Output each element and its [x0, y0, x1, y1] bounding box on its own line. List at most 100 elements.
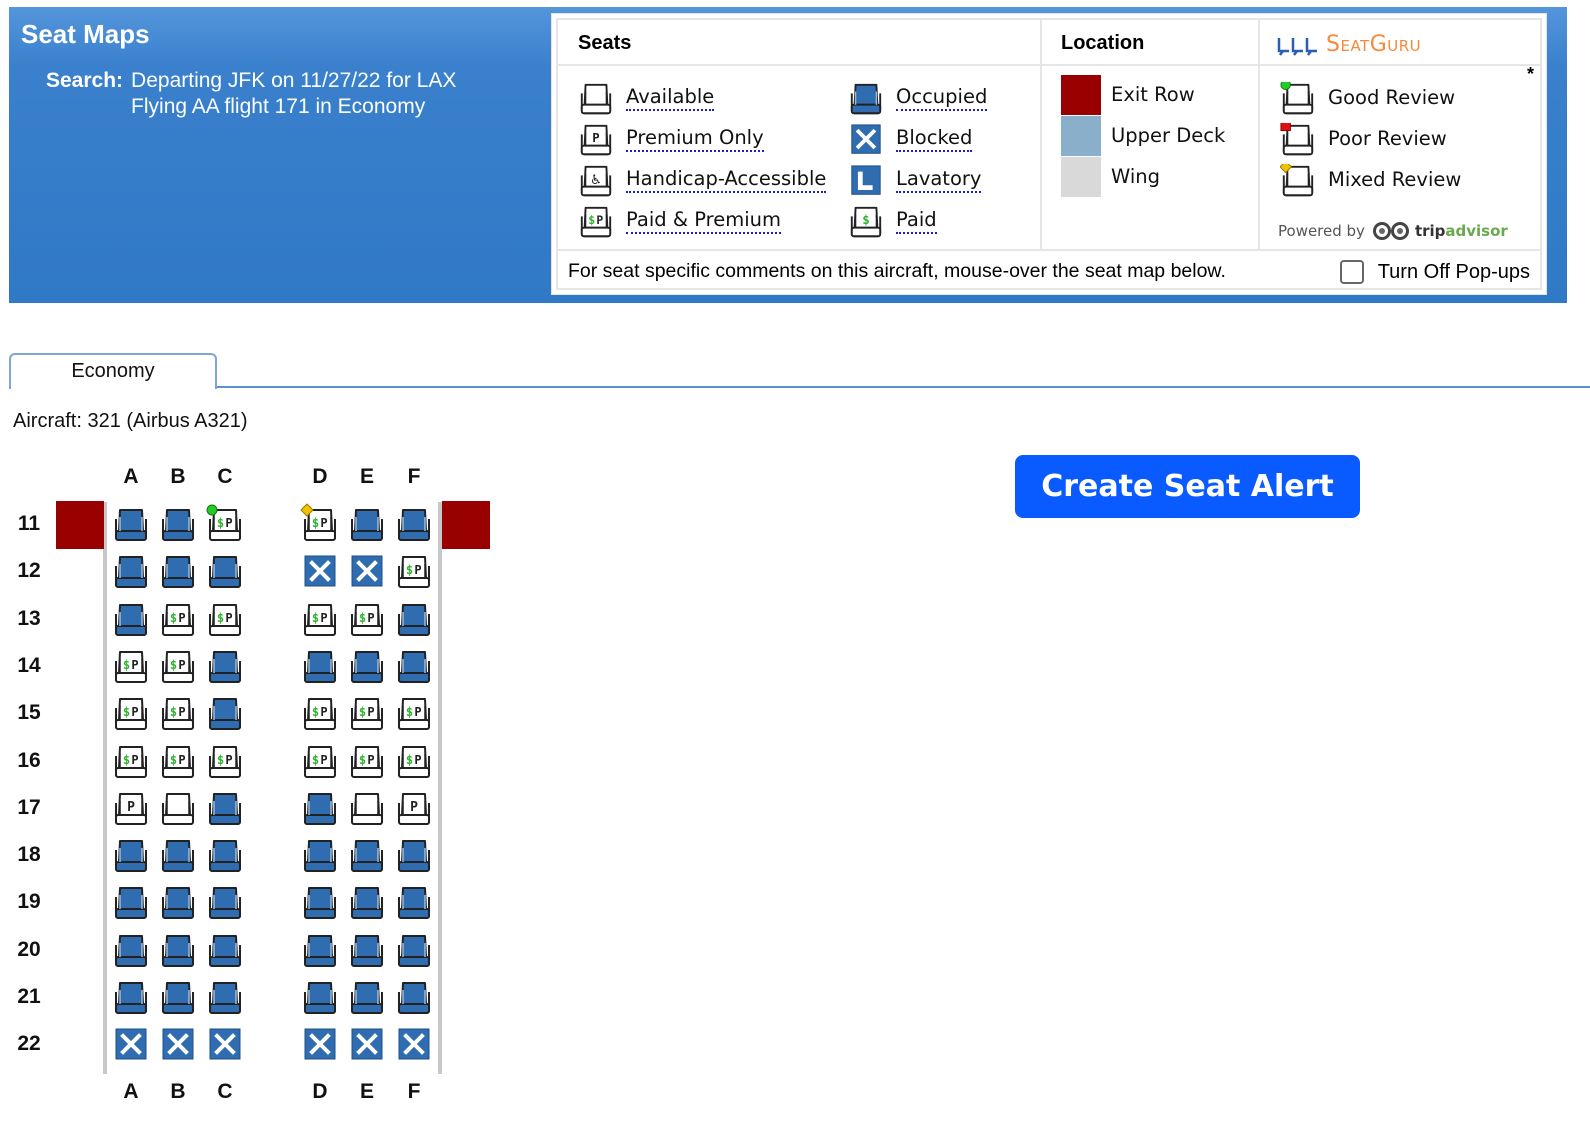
occupied-seat-icon [304, 887, 336, 920]
seat-15f[interactable]: $ P [395, 696, 433, 732]
seat-15b[interactable]: $ P [159, 696, 197, 732]
seat-19f[interactable] [395, 885, 433, 921]
legend-occupied-label[interactable]: Occupied [896, 85, 988, 111]
seat-20a[interactable] [112, 933, 150, 969]
seat-15d[interactable]: $ P [301, 696, 339, 732]
seat-12f[interactable]: $ P [395, 554, 433, 590]
seat-14b[interactable]: $ P [159, 649, 197, 685]
seat-15c[interactable] [206, 696, 244, 732]
seat-13f[interactable] [395, 602, 433, 638]
legend-premium-label[interactable]: Premium Only [626, 126, 764, 152]
legend-lavatory[interactable]: Lavatory [848, 162, 982, 198]
legend-paid-label[interactable]: Paid [896, 208, 937, 234]
legend-paid-premium-label[interactable]: Paid & Premium [626, 208, 782, 234]
svg-text:P: P [367, 611, 374, 625]
legend-handicap[interactable]: ♿ Handicap-Accessible [578, 162, 827, 198]
seat-20e[interactable] [348, 933, 386, 969]
seat-17d[interactable] [301, 791, 339, 827]
seat-11d[interactable]: $ P [300, 503, 339, 543]
seat-16c[interactable]: $ P [206, 744, 244, 780]
seat-20b[interactable] [159, 933, 197, 969]
seat-12a[interactable] [112, 554, 150, 590]
turn-off-popups-checkbox[interactable] [1339, 260, 1364, 284]
legend-premium[interactable]: P Premium Only [578, 121, 764, 157]
seat-16d[interactable]: $ P [301, 744, 339, 780]
seat-11a[interactable] [112, 507, 150, 543]
create-seat-alert-button[interactable]: Create Seat Alert [1015, 455, 1360, 518]
seat-18b[interactable] [159, 838, 197, 874]
poor-review-icon [1280, 120, 1316, 156]
occupied-seat-icon [398, 887, 430, 920]
turn-off-popups-toggle[interactable]: Turn Off Pop-ups [1339, 260, 1530, 284]
seat-19c[interactable] [206, 885, 244, 921]
seat-13a[interactable] [112, 602, 150, 638]
seat-16f[interactable]: $ P [395, 744, 433, 780]
paid-premium-seat-icon: $ P [351, 745, 383, 778]
seat-16b[interactable]: $ P [159, 744, 197, 780]
seat-19a[interactable] [112, 885, 150, 921]
seat-12c[interactable] [206, 554, 244, 590]
seat-19e[interactable] [348, 885, 386, 921]
occupied-seat-icon [162, 934, 194, 967]
seat-17c[interactable] [206, 791, 244, 827]
legend-lavatory-label[interactable]: Lavatory [896, 167, 982, 193]
seat-20c[interactable] [206, 933, 244, 969]
seat-18a[interactable] [112, 838, 150, 874]
seat-13b[interactable]: $ P [159, 602, 197, 638]
seat-21f[interactable] [395, 980, 433, 1016]
seat-14c[interactable] [206, 649, 244, 685]
seat-21a[interactable] [112, 980, 150, 1016]
column-label-a: A [123, 1080, 139, 1103]
seat-14e[interactable] [348, 649, 386, 685]
seat-21b[interactable] [159, 980, 197, 1016]
seat-11b[interactable] [159, 507, 197, 543]
legend-paid-premium[interactable]: $ P Paid & Premium [578, 203, 782, 239]
legend-handicap-label[interactable]: Handicap-Accessible [626, 167, 827, 193]
seat-17e[interactable] [348, 791, 386, 827]
seat-19b[interactable] [159, 885, 197, 921]
seat-21d[interactable] [301, 980, 339, 1016]
seat-17a[interactable]: P [112, 791, 150, 827]
seat-15a[interactable]: $ P [112, 696, 150, 732]
legend-available[interactable]: Available [578, 80, 715, 116]
seat-16e[interactable]: $ P [348, 744, 386, 780]
legend-occupied[interactable]: Occupied [848, 80, 988, 116]
paid-premium-seat-icon: $ P [206, 504, 241, 541]
seat-11e[interactable] [348, 507, 386, 543]
seat-20f[interactable] [395, 933, 433, 969]
seat-17b[interactable] [159, 791, 197, 827]
seat-19d[interactable] [301, 885, 339, 921]
seat-18f[interactable] [395, 838, 433, 874]
seat-18e[interactable] [348, 838, 386, 874]
legend-blocked[interactable]: Blocked [848, 121, 973, 157]
seat-20d[interactable] [301, 933, 339, 969]
seat-21e[interactable] [348, 980, 386, 1016]
seat-17f[interactable]: P [395, 791, 433, 827]
occupied-seat-icon [209, 840, 241, 873]
seat-12b[interactable] [159, 554, 197, 590]
seat-16a[interactable]: $ P [112, 744, 150, 780]
svg-text:P: P [320, 516, 327, 530]
seat-11c[interactable]: $ P [206, 504, 244, 543]
seat-11f[interactable] [395, 507, 433, 543]
paid-premium-seat-icon: $ P [209, 745, 241, 778]
seat-13d[interactable]: $ P [301, 602, 339, 638]
seat-18c[interactable] [206, 838, 244, 874]
legend-paid[interactable]: $ Paid [848, 203, 937, 239]
legend-available-label[interactable]: Available [626, 85, 715, 111]
legend-blocked-label[interactable]: Blocked [896, 126, 973, 152]
seat-14d[interactable] [301, 649, 339, 685]
seat-21c[interactable] [206, 980, 244, 1016]
tab-economy[interactable]: Economy [9, 353, 217, 389]
seat-13c[interactable]: $ P [206, 602, 244, 638]
paid-premium-seat-icon: $ P [162, 650, 194, 683]
seat-13e[interactable]: $ P [348, 602, 386, 638]
row-number: 16 [17, 748, 41, 772]
blocked-seat-icon [398, 1028, 430, 1060]
turn-off-popups-label[interactable]: Turn Off Pop-ups [1378, 261, 1530, 284]
seat-18d[interactable] [301, 838, 339, 874]
occupied-seat-icon [398, 603, 430, 636]
seat-15e[interactable]: $ P [348, 696, 386, 732]
seat-14f[interactable] [395, 649, 433, 685]
seat-14a[interactable]: $ P [112, 649, 150, 685]
